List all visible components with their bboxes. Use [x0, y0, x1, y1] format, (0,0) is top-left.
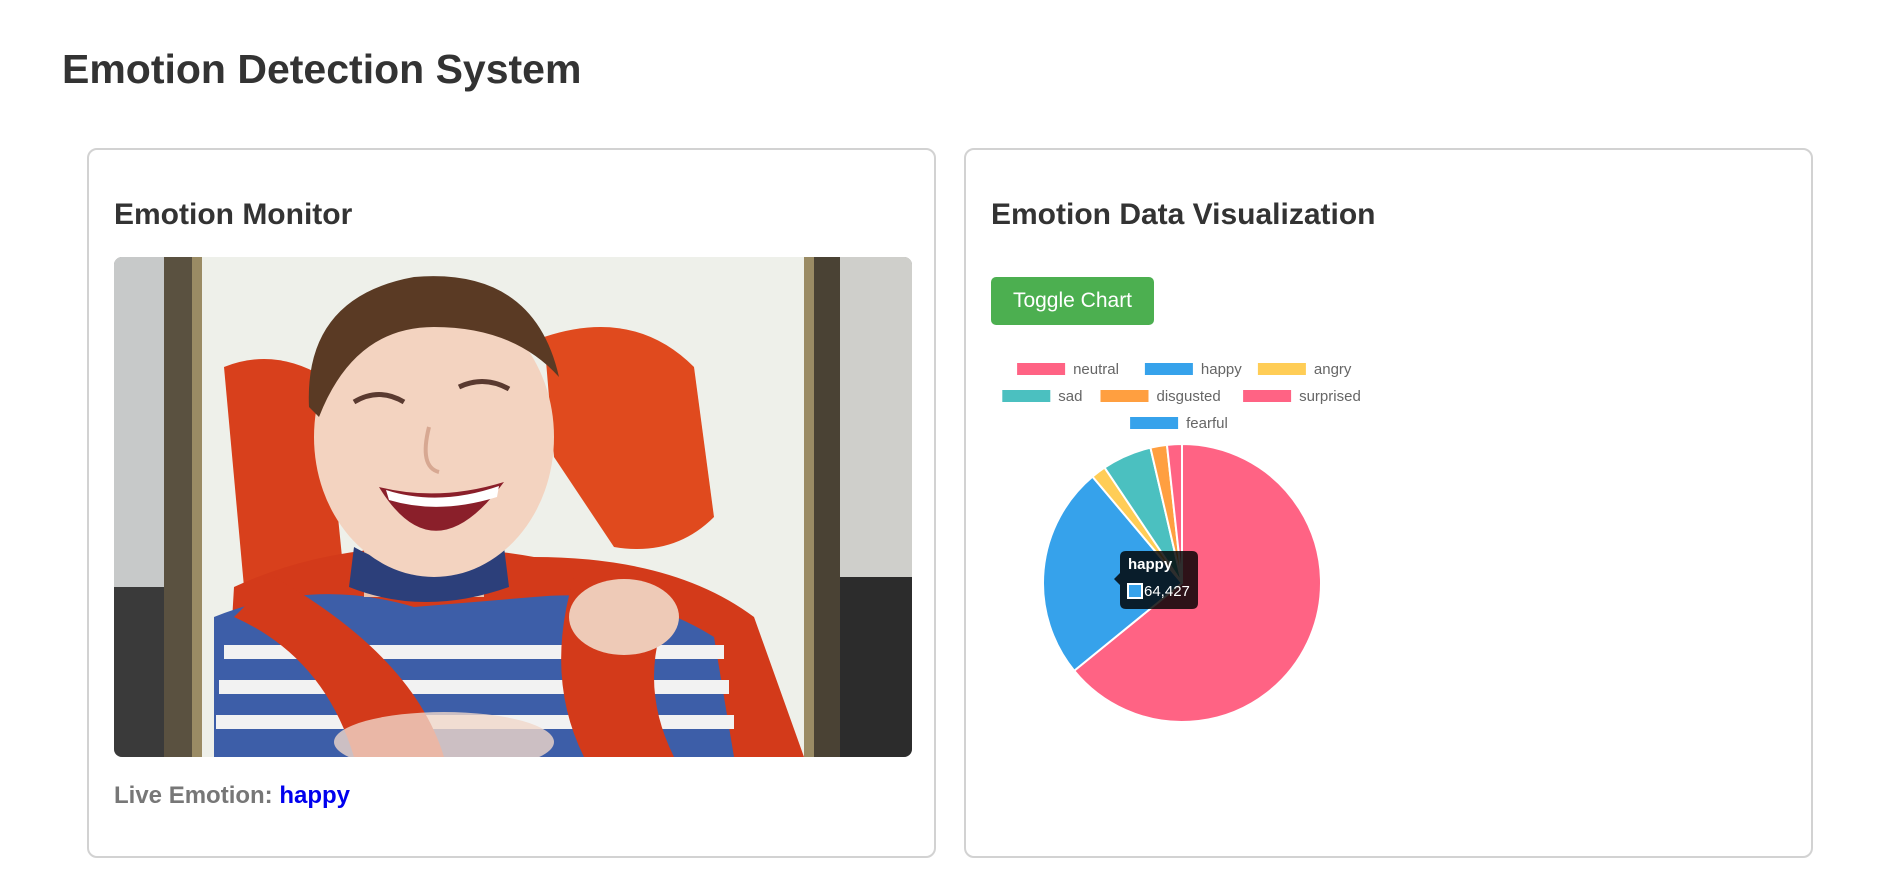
legend-swatch	[1243, 390, 1292, 402]
tooltip-value: 64,427	[1144, 583, 1190, 600]
legend-label: disgusted	[1157, 388, 1221, 405]
emotion-pie-chart[interactable]: neutral happy angry sad disgusted surprised fe…	[966, 150, 1811, 856]
legend-swatch	[1017, 363, 1066, 375]
legend-label: happy	[1201, 361, 1242, 378]
tooltip-swatch	[1127, 583, 1143, 599]
live-emotion-label: Live Emotion:	[114, 782, 273, 809]
legend-item-neutral[interactable]: neutral	[1017, 361, 1119, 378]
legend-label: neutral	[1073, 361, 1119, 378]
live-emotion-value: happy	[279, 782, 351, 809]
emotion-monitor-panel: Emotion Monitor Live Emotion: happy	[87, 148, 936, 858]
emotion-monitor-title: Emotion Monitor	[114, 198, 353, 231]
page-title: Emotion Detection System	[62, 46, 582, 92]
legend-item-happy[interactable]: happy	[1144, 361, 1242, 378]
emotion-visualization-panel: Emotion Data Visualization Toggle Chart …	[964, 148, 1813, 858]
legend-item-angry[interactable]: angry	[1257, 361, 1352, 378]
legend-item-disgusted[interactable]: disgusted	[1100, 388, 1221, 405]
legend-item-sad[interactable]: sad	[1002, 388, 1082, 405]
legend-swatch	[1130, 417, 1179, 429]
webcam-frame-image	[114, 257, 912, 757]
legend-item-fearful[interactable]: fearful	[1130, 415, 1228, 432]
legend-swatch	[1100, 390, 1149, 402]
legend-label: surprised	[1299, 388, 1361, 405]
tooltip-title: happy	[1128, 556, 1173, 573]
legend-label: fearful	[1186, 415, 1228, 432]
chart-tooltip: happy 64,427	[1114, 551, 1198, 609]
legend-swatch	[1257, 363, 1306, 375]
legend-item-surprised[interactable]: surprised	[1243, 388, 1361, 405]
live-emotion-readout: Live Emotion: happy	[114, 782, 350, 810]
legend-swatch	[1144, 363, 1193, 375]
legend-label: angry	[1314, 361, 1352, 378]
legend-swatch	[1002, 390, 1051, 402]
legend-label: sad	[1058, 388, 1082, 405]
webcam-video-feed	[114, 257, 912, 757]
